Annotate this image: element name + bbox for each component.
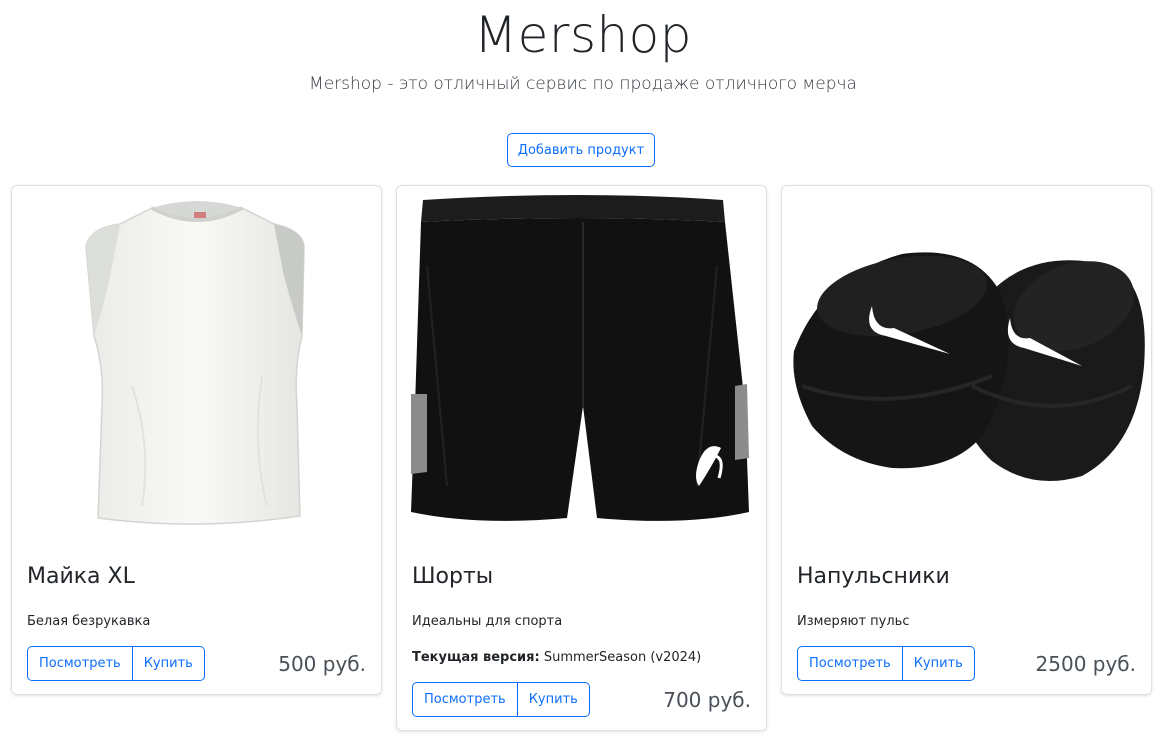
product-description: Измеряют пульс (797, 614, 910, 629)
product-title: Майка XL (27, 564, 135, 589)
add-product-button[interactable]: Добавить продукт (507, 133, 655, 167)
product-image (12, 186, 381, 544)
view-button[interactable]: Посмотреть (797, 646, 903, 681)
product-actions: Посмотреть Купить (27, 646, 205, 681)
black-shorts-icon (411, 195, 749, 521)
product-card: Напульсники Измеряют пульс Посмотреть Ку… (781, 185, 1152, 695)
product-title: Шорты (412, 564, 494, 589)
version-value: SummerSeason (v2024) (539, 650, 702, 665)
product-image (782, 186, 1151, 544)
white-shirt-icon (85, 201, 305, 525)
product-price: 2500 руб. (1035, 652, 1136, 676)
buy-button[interactable]: Купить (132, 646, 205, 681)
black-wristbands-icon (793, 252, 1145, 481)
hero-section: Mershop Mershop - это отличный сервис по… (0, 0, 1166, 180)
product-price: 700 руб. (663, 688, 751, 712)
page-title: Mershop (473, 6, 693, 64)
product-price: 500 руб. (278, 652, 366, 676)
page-lead: Mershop - это отличный сервис по продаже… (309, 74, 857, 94)
product-description: Идеальны для спорта (412, 614, 563, 629)
version-label: Текущая версия: (412, 650, 540, 665)
product-actions: Посмотреть Купить (797, 646, 975, 681)
product-actions: Посмотреть Купить (412, 682, 590, 717)
view-button[interactable]: Посмотреть (412, 682, 518, 717)
product-card: Шорты Идеальны для спорта Текущая версия… (396, 185, 767, 731)
buy-button[interactable]: Купить (902, 646, 975, 681)
product-image (397, 186, 766, 544)
product-title: Напульсники (797, 564, 950, 589)
buy-button[interactable]: Купить (517, 682, 590, 717)
product-version: Текущая версия: SummerSeason (v2024) (412, 650, 701, 665)
view-button[interactable]: Посмотреть (27, 646, 133, 681)
product-description: Белая безрукавка (27, 614, 151, 629)
product-card: Майка XL Белая безрукавка Посмотреть Куп… (11, 185, 382, 695)
